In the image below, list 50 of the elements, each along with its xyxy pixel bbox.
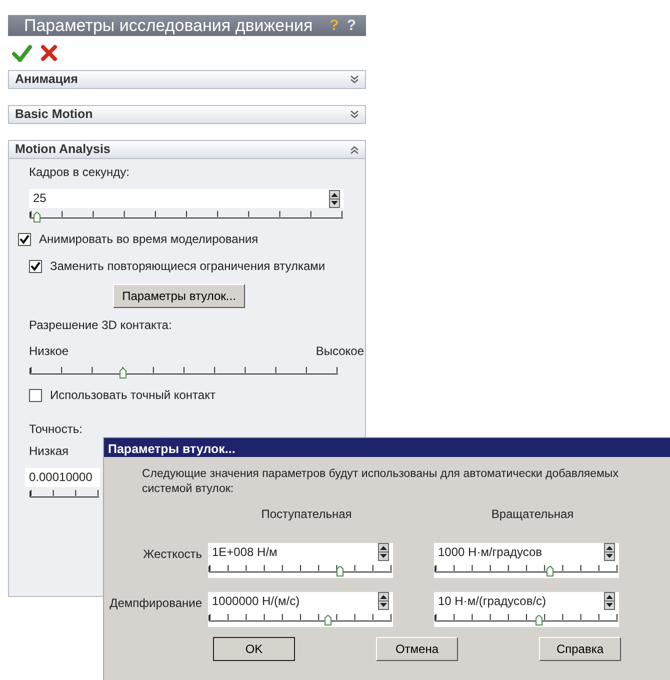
bushing-settings-button[interactable]: Параметры втулок... <box>113 284 245 308</box>
slider-track[interactable] <box>208 562 393 578</box>
number-field[interactable]: 1E+008 Н/м <box>208 542 393 562</box>
spin-buttons <box>378 543 389 562</box>
spin-buttons <box>604 592 615 610</box>
column-header: Поступательная <box>260 506 353 523</box>
collapse-icon <box>350 145 359 154</box>
checkbox[interactable] <box>29 388 42 402</box>
spin-buttons <box>378 592 389 610</box>
cancel-icon <box>40 44 58 62</box>
number-field[interactable]: 1000000 Н/(м/с) <box>208 592 393 611</box>
checkbox-label: Использовать точный контакт <box>50 387 216 404</box>
scale-label: Высокое <box>316 343 364 360</box>
spin-buttons <box>329 190 340 208</box>
scale-label: Низкое <box>29 343 69 360</box>
section-header[interactable]: Анимация <box>8 70 366 89</box>
cancel-button[interactable]: Отмена <box>376 636 458 661</box>
section-header[interactable]: Motion Analysis <box>8 140 366 159</box>
scale-label: Низкая <box>29 444 69 458</box>
ok-icon <box>12 44 32 62</box>
expand-icon <box>350 110 359 119</box>
slider-track[interactable] <box>434 562 619 578</box>
slider-track[interactable] <box>29 208 344 224</box>
checkbox[interactable] <box>18 232 31 246</box>
window-title: Параметры исследования движения <box>24 16 313 35</box>
column-header: Вращательная <box>490 506 575 523</box>
checkbox[interactable] <box>29 260 42 272</box>
number-field[interactable]: 1000 Н·м/градусов <box>434 542 619 562</box>
checkbox-label: Анимировать во время моделирования <box>39 231 258 248</box>
dialog-description: Следующие значения параметров будут использованы для автоматически добавляемых системой втулок: <box>142 467 620 497</box>
dialog-title: Параметры втулок... <box>104 438 670 457</box>
field-label: Точность: <box>29 421 84 438</box>
row-label: Жесткость <box>142 546 203 563</box>
checkbox-label: Заменить повторяющиеся ограничения втулками <box>50 258 326 275</box>
ok-button[interactable]: OK <box>213 636 295 661</box>
slider-track[interactable] <box>434 610 619 627</box>
number-field[interactable]: 10 Н·м/(градусов/с) <box>434 592 619 611</box>
section-header[interactable]: Basic Motion <box>8 105 366 124</box>
row-label: Демпфирование <box>108 594 203 612</box>
help-button[interactable]: Справка <box>539 636 621 661</box>
slider-track[interactable] <box>208 610 393 627</box>
slider-thumb[interactable] <box>118 368 127 379</box>
slider-thumb[interactable] <box>33 212 42 223</box>
number-field[interactable]: 0.00010000 <box>25 468 100 487</box>
spin-buttons <box>604 543 615 562</box>
field-label: Разрешение 3D контакта: <box>29 317 173 334</box>
number-field[interactable]: 25 <box>29 189 344 208</box>
expand-icon <box>350 75 359 84</box>
slider-track[interactable] <box>29 364 339 380</box>
field-label: Кадров в секунду: <box>29 164 130 181</box>
